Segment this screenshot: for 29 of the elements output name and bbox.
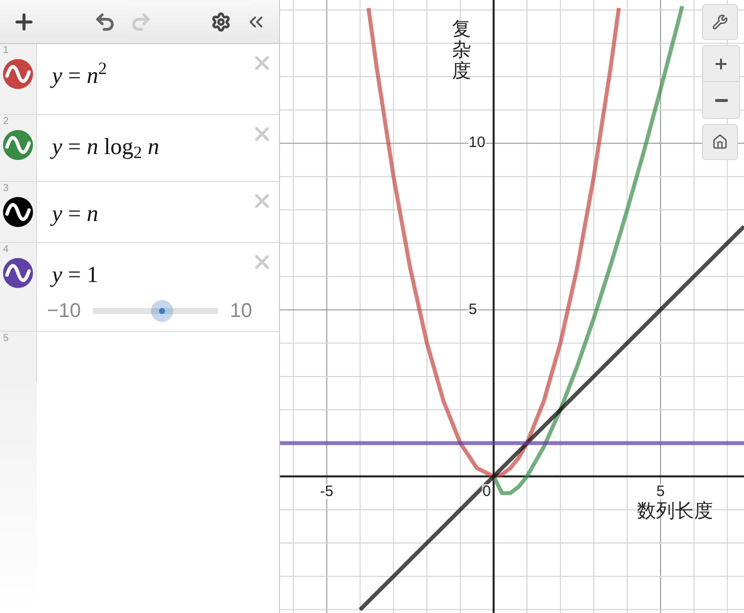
slider-min-label: −10 <box>47 301 81 321</box>
y-tick-label: 10 <box>468 135 486 150</box>
math-expression[interactable]: y = n <box>52 202 279 225</box>
row-number: 1 <box>3 46 9 56</box>
slider-thumb[interactable] <box>150 300 173 322</box>
row-number: 5 <box>3 334 9 344</box>
graph-style-icon[interactable] <box>3 258 33 288</box>
x-tick-label: 0 <box>481 484 492 500</box>
y-tick-label: 5 <box>468 302 478 317</box>
row-number: 3 <box>3 184 9 194</box>
x-tick-label: 5 <box>655 484 666 500</box>
row-number: 2 <box>3 117 9 127</box>
settings-wrench-button[interactable] <box>702 4 738 40</box>
minus-icon <box>714 98 728 102</box>
math-expression[interactable]: y = n$^{2}$ <box>52 64 279 87</box>
row-number: 4 <box>3 245 9 255</box>
x-tick-label: -5 <box>319 484 334 500</box>
math-expression[interactable]: y = n log$_{2}$ n <box>52 135 279 158</box>
slider-max-label: 10 <box>230 301 252 321</box>
home-button[interactable] <box>702 124 738 160</box>
wrench-icon <box>712 14 728 30</box>
undo-icon[interactable] <box>94 10 116 32</box>
plus-icon <box>713 56 729 72</box>
y-axis-label: 复杂度 <box>452 20 471 83</box>
math-expression[interactable]: y = 1 <box>52 263 279 286</box>
x-axis-label: 数列长度 <box>637 502 714 522</box>
graph-style-icon[interactable] <box>3 197 33 227</box>
settings-icon[interactable] <box>211 12 231 32</box>
home-icon <box>712 134 728 150</box>
